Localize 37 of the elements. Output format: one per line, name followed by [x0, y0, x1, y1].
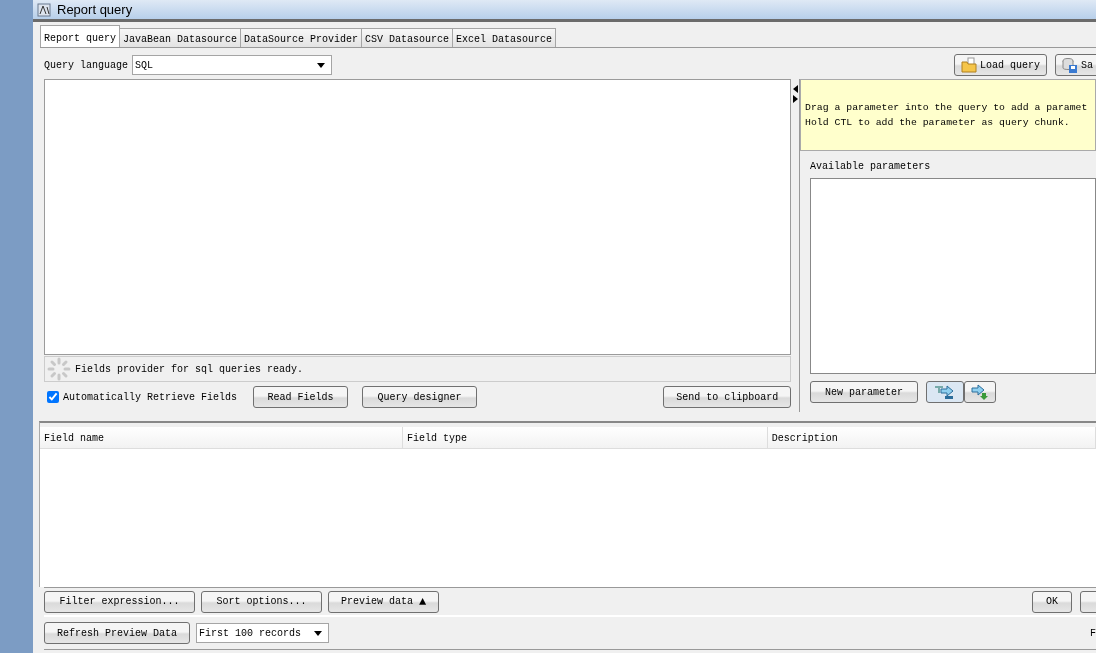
- ok-button[interactable]: OK: [1032, 590, 1072, 613]
- preview-data-button[interactable]: Preview data ▲: [328, 590, 440, 613]
- column-header[interactable]: Field type: [402, 427, 768, 449]
- dropdown-caret-icon: [314, 630, 323, 636]
- record-limit-dropdown[interactable]: First 100 records: [196, 623, 330, 643]
- sort-options-button[interactable]: Sort options...: [201, 590, 322, 613]
- filter-expression-button[interactable]: Filter expression...: [44, 590, 195, 613]
- tab[interactable]: Excel Datasource: [452, 28, 557, 47]
- query-designer-button[interactable]: Query designer: [362, 386, 478, 408]
- save-icon: [1062, 57, 1078, 73]
- hint-text: Drag a parameter into the query to add a paramet Hold CTL to add the parameter as query chunk.: [800, 79, 1096, 151]
- window-title: Report query: [57, 0, 133, 19]
- tab[interactable]: CSV Datasource: [361, 28, 454, 47]
- edge-text: F: [1090, 626, 1096, 641]
- tab[interactable]: JavaBean Datasource: [119, 28, 242, 47]
- dropdown-caret-icon: [317, 62, 325, 68]
- app-icon: [37, 2, 51, 17]
- field-label: Query language: [44, 58, 128, 73]
- column-header[interactable]: Description: [767, 427, 1096, 449]
- column-header[interactable]: Field name: [40, 427, 403, 449]
- tab[interactable]: Report query: [40, 25, 120, 47]
- refresh-preview-button[interactable]: Refresh Preview Data: [44, 622, 191, 644]
- folder-icon: [960, 57, 977, 73]
- save-query-button[interactable]: Sa: [1055, 54, 1096, 76]
- status-text: Fields provider for sql queries ready.: [75, 362, 304, 377]
- load-query-button[interactable]: Load query: [953, 54, 1047, 76]
- send-to-clipboard-button[interactable]: Send to clipboard: [663, 386, 792, 408]
- auto-retrieve-checkbox[interactable]: [47, 391, 59, 403]
- checkbox-label: Automatically Retrieve Fields: [63, 390, 238, 405]
- import-parameters-button[interactable]: [926, 381, 965, 403]
- new-parameter-button[interactable]: New parameter: [810, 381, 919, 403]
- arrow-down-icon: [970, 384, 991, 400]
- export-parameters-button[interactable]: [964, 381, 997, 403]
- section-label: Available parameters: [809, 160, 932, 174]
- read-fields-button[interactable]: Read Fields: [253, 386, 349, 408]
- query-language-dropdown[interactable]: SQL: [132, 55, 332, 75]
- tab[interactable]: DataSource Provider: [240, 28, 363, 47]
